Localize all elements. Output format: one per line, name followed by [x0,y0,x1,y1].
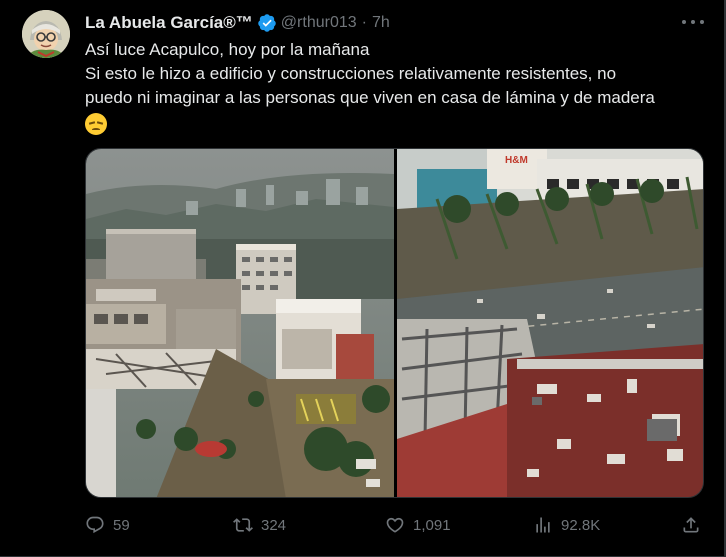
avatar-cartoon-icon [22,10,70,58]
media-grid: H&M [85,148,704,498]
verified-badge-icon[interactable] [257,13,277,33]
like-button[interactable]: 1,091 [385,510,451,540]
reply-count: 59 [113,516,130,534]
author-name[interactable]: La Abuela García®™ [85,13,253,33]
hurricane-damaged-city-photo[interactable] [86,149,394,497]
tweet-text: Así luce Acapulco, hoy por la mañana Si … [85,38,705,135]
more-options-button[interactable] [682,14,704,30]
more-dot-icon [700,20,704,24]
avatar[interactable] [22,10,70,58]
more-dot-icon [682,20,686,24]
tweet-card[interactable]: La Abuela García®™ @rthur013 · 7h Así lu… [0,0,726,557]
timestamp[interactable]: 7h [372,14,390,32]
like-count: 1,091 [413,516,451,534]
hm-sign: H&M [505,155,528,166]
views-chart-icon [536,517,550,533]
tweet-text-line: puedo ni imaginar a las personas que viv… [85,88,655,107]
repost-button[interactable]: 324 [233,510,286,540]
disappointed-face-emoji-icon [85,112,107,135]
repost-count: 324 [261,516,287,534]
separator-dot: · [361,14,367,31]
reply-icon [86,516,104,534]
repost-icon [233,518,253,532]
views-button[interactable]: 92.8K [533,510,600,540]
more-dot-icon [691,20,695,24]
author-handle[interactable]: @rthur013 [281,14,357,32]
aerial-damaged-street-photo[interactable]: H&M [397,149,703,497]
tweet-text-line: Si esto le hizo a edificio y construccio… [85,64,617,83]
share-button[interactable] [681,510,709,540]
share-icon [683,517,699,533]
tweet-header: La Abuela García®™ @rthur013 · 7h [85,12,390,34]
views-count: 92.8K [561,516,601,534]
reply-button[interactable]: 59 [85,510,130,540]
street-photo-illustration: H&M [397,149,703,497]
tweet-actions: 59 324 1,091 92.8K [85,510,705,540]
heart-icon [386,517,404,533]
city-photo-illustration [86,149,394,497]
tweet-text-line: Así luce Acapulco, hoy por la mañana [85,40,370,59]
